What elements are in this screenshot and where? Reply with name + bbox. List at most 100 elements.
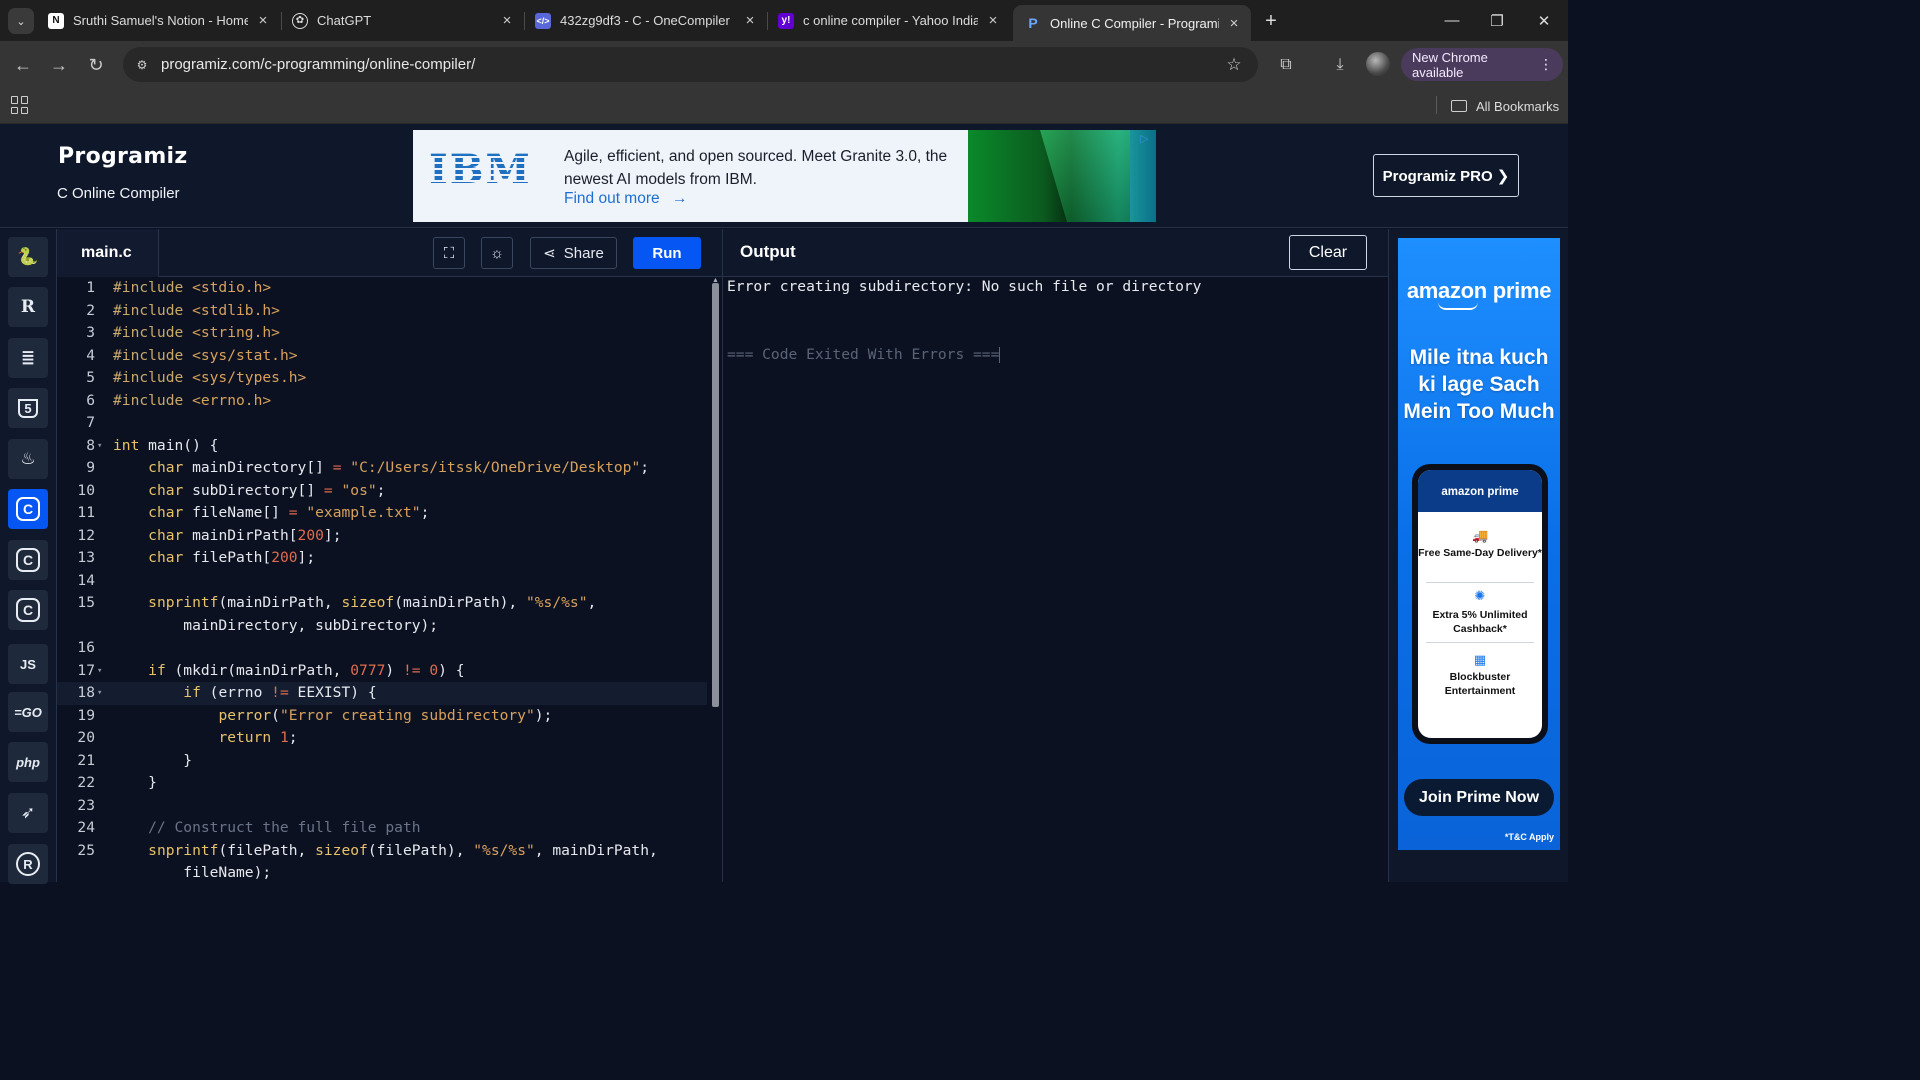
code-line[interactable]: 17 ▾ if (mkdir(mainDirPath, 0777) != 0) {	[57, 660, 707, 683]
lang-python-button[interactable]: 🐍	[8, 237, 48, 277]
close-window-button[interactable]: ✕	[1521, 0, 1567, 41]
extensions-icon[interactable]: ⧉	[1273, 52, 1299, 78]
avatar[interactable]	[1366, 52, 1390, 76]
code-token: "C:/Users/itssk/OneDrive/Desktop"	[350, 459, 641, 476]
reload-button[interactable]: ↻	[83, 52, 109, 78]
lang-c-button[interactable]: C	[8, 489, 48, 529]
browser-tab-programiz[interactable]: P Online C Compiler - Programiz ×	[1013, 5, 1251, 41]
code-token: ];	[297, 549, 316, 566]
browser-tab-onecompiler[interactable]: </> 432zg9df3 - C - OneCompiler ×	[535, 0, 759, 41]
lang-rust-button[interactable]: R	[8, 844, 48, 884]
forward-button[interactable]: →	[46, 52, 72, 78]
code-token: =	[323, 481, 333, 499]
code-line[interactable]: 16	[57, 637, 707, 660]
join-prime-button[interactable]: Join Prime Now	[1404, 779, 1554, 816]
code-text: #include <sys/stat.h>	[113, 345, 298, 368]
run-button[interactable]: Run	[633, 237, 701, 269]
feature-cashback: Extra 5% Unlimited Cashback*	[1432, 609, 1528, 635]
restore-button[interactable]: ❐	[1474, 0, 1520, 41]
code-line[interactable]: mainDirectory, subDirectory);	[57, 615, 707, 638]
file-tab-main-c[interactable]: main.c	[57, 229, 159, 277]
code-line[interactable]: 9 char mainDirectory[] = "C:/Users/itssk…	[57, 457, 707, 480]
code-line[interactable]: 25 snprintf(filePath, sizeof(filePath), …	[57, 840, 707, 863]
code-line[interactable]: 23	[57, 795, 707, 818]
programiz-pro-button[interactable]: Programiz PRO ❯	[1373, 154, 1519, 197]
code-line[interactable]: 22 }	[57, 772, 707, 795]
theme-toggle-button[interactable]: ☼	[481, 237, 513, 269]
share-button[interactable]: ⋖ Share	[530, 237, 617, 269]
code-line[interactable]: 19 perror("Error creating subdirectory")…	[57, 705, 707, 728]
code-line[interactable]: 3 #include <string.h>	[57, 322, 707, 345]
fold-arrow-icon[interactable]: ▾	[97, 682, 102, 705]
code-token: 200	[271, 549, 298, 566]
minimize-button[interactable]: —	[1429, 0, 1475, 41]
clear-button[interactable]: Clear	[1289, 235, 1367, 270]
lang-php-button[interactable]: php	[8, 742, 48, 782]
code-line[interactable]: 14	[57, 570, 707, 593]
code-token: (	[271, 706, 280, 724]
ad-find-out-more-link[interactable]: Find out more →	[564, 190, 687, 208]
code-token: mainDirectory, subDirectory);	[113, 616, 439, 634]
code-line[interactable]: 2 #include <stdlib.h>	[57, 300, 707, 323]
code-line[interactable]: 20 return 1;	[57, 727, 707, 750]
close-icon[interactable]: ×	[984, 12, 1002, 30]
code-line[interactable]: fileName);	[57, 862, 707, 882]
close-icon[interactable]: ×	[498, 12, 516, 30]
lang-sql-button[interactable]: ≣	[8, 338, 48, 378]
lang-html-button[interactable]: 5	[8, 388, 48, 428]
apps-grid-icon[interactable]	[11, 96, 29, 114]
download-icon[interactable]: ⤓	[1327, 52, 1353, 78]
code-line[interactable]: 8 ▾ int main() {	[57, 435, 707, 458]
fullscreen-button[interactable]: ⛶	[433, 237, 465, 269]
lang-go-button[interactable]: =GO	[8, 692, 48, 732]
address-bar[interactable]: ⚙ programiz.com/c-programming/online-com…	[123, 47, 1258, 82]
code-text: char mainDirectory[] = "C:/Users/itssk/O…	[113, 457, 649, 480]
browser-tab-notion[interactable]: N Sruthi Samuel's Notion - Home ×	[48, 0, 272, 41]
editor-scrollbar[interactable]	[712, 283, 719, 707]
amazon-prime-ad[interactable]: amazon prime Mile itna kuch ki lage Sach…	[1398, 238, 1560, 850]
all-bookmarks-button[interactable]: All Bookmarks	[1451, 95, 1559, 117]
code-line[interactable]: 6 #include <errno.h>	[57, 390, 707, 413]
code-line[interactable]: 21 }	[57, 750, 707, 773]
lang-cpp-button[interactable]: C	[8, 540, 48, 580]
output-console[interactable]: Error creating subdirectory: No such fil…	[723, 277, 1388, 882]
code-line[interactable]: 1 #include <stdio.h>	[57, 277, 707, 300]
fold-arrow-icon[interactable]: ▾	[97, 435, 102, 458]
lang-java-button[interactable]: ♨	[8, 439, 48, 479]
fold-arrow-icon[interactable]: ▾	[97, 660, 102, 683]
back-button[interactable]: ←	[10, 52, 36, 78]
code-token: (mainDirPath),	[394, 594, 526, 611]
lang-csharp-button[interactable]: C	[8, 590, 48, 630]
lang-swift-button[interactable]: ➶	[8, 793, 48, 833]
browser-tab-chatgpt[interactable]: ✿ ChatGPT ×	[292, 0, 516, 41]
code-line[interactable]: 5 #include <sys/types.h>	[57, 367, 707, 390]
lang-javascript-button[interactable]: JS	[8, 644, 48, 684]
code-line[interactable]: 15 snprintf(mainDirPath, sizeof(mainDirP…	[57, 592, 707, 615]
close-icon[interactable]: ×	[254, 12, 272, 30]
ad-choices-icon[interactable]: ▷	[1140, 132, 1152, 145]
site-info-icon[interactable]: ⚙	[132, 55, 152, 75]
lang-r-button[interactable]: R	[8, 287, 48, 327]
programiz-logo[interactable]: Programiz	[58, 144, 188, 169]
close-icon[interactable]: ×	[741, 12, 759, 30]
line-number: 17	[77, 661, 95, 679]
code-token: #include	[113, 324, 193, 341]
browser-tab-yahoo[interactable]: y! c online compiler - Yahoo India ×	[778, 0, 1002, 41]
code-line[interactable]: 13 char filePath[200];	[57, 547, 707, 570]
bookmark-star-icon[interactable]: ☆	[1222, 53, 1246, 77]
new-tab-button[interactable]: +	[1259, 9, 1283, 33]
close-icon[interactable]: ×	[1225, 14, 1243, 32]
ibm-ad-banner[interactable]: IBM Agile, efficient, and open sourced. …	[413, 130, 1156, 222]
code-line[interactable]: 7	[57, 412, 707, 435]
code-editor[interactable]: 1 #include <stdio.h> 2 #include <stdlib.h> 3…	[57, 277, 722, 882]
code-line[interactable]: 18 ▾ if (errno != EEXIST) {	[57, 682, 707, 705]
code-token: <errno.h>	[192, 391, 272, 409]
tab-search-button[interactable]: ⌄	[8, 8, 34, 34]
new-chrome-available-button[interactable]: New Chrome available ⋮	[1401, 48, 1563, 81]
code-line[interactable]: 11 char fileName[] = "example.txt";	[57, 502, 707, 525]
url-text[interactable]: programiz.com/c-programming/online-compi…	[161, 56, 1222, 73]
code-line[interactable]: 24 // Construct the full file path	[57, 817, 707, 840]
code-line[interactable]: 4 #include <sys/stat.h>	[57, 345, 707, 368]
code-line[interactable]: 12 char mainDirPath[200];	[57, 525, 707, 548]
code-line[interactable]: 10 char subDirectory[] = "os";	[57, 480, 707, 503]
